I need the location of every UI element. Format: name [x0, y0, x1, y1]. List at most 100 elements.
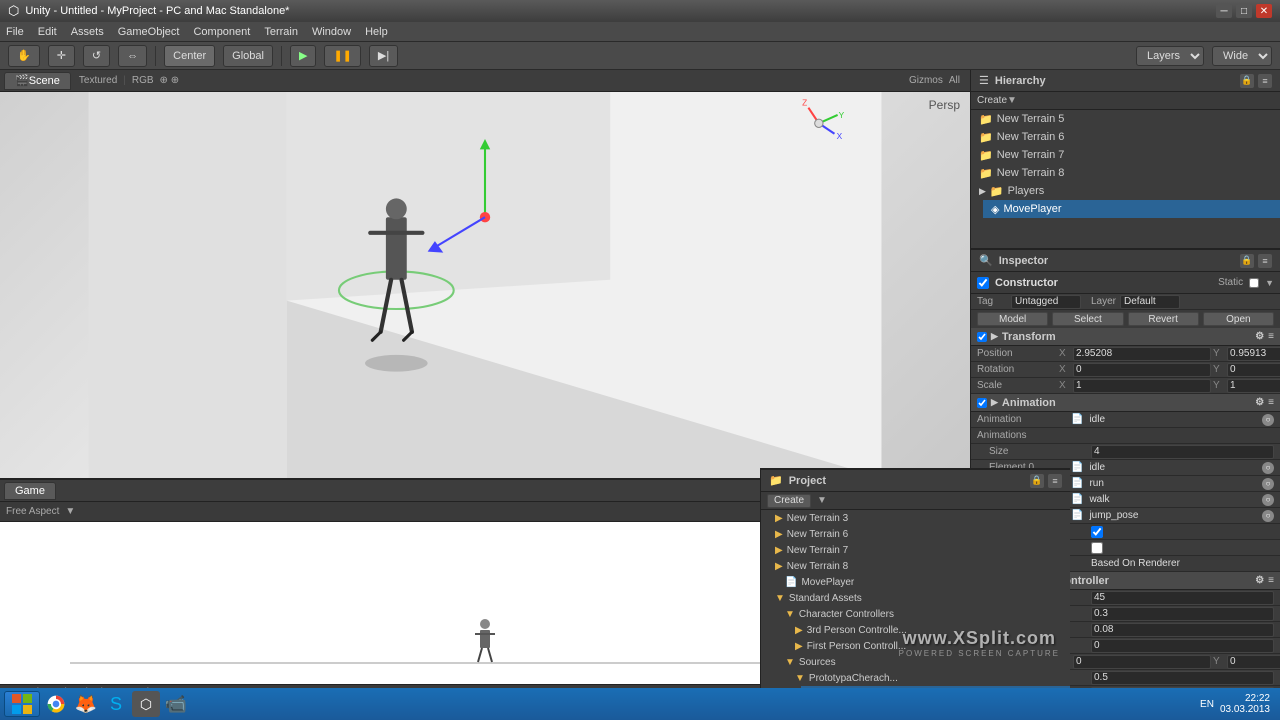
element0-pick-btn[interactable]: ○	[1262, 462, 1274, 474]
hierarchy-item-terrain5[interactable]: 📁 New Terrain 5	[971, 110, 1280, 128]
hierarchy-item-moveplayer[interactable]: ◈ MovePlayer	[983, 200, 1280, 218]
animation-gear-icon[interactable]: ⚙	[1255, 397, 1264, 408]
element2-pick-btn[interactable]: ○	[1262, 494, 1274, 506]
hierarchy-item-terrain7[interactable]: 📁 New Terrain 7	[971, 146, 1280, 164]
rot-y-input[interactable]	[1227, 363, 1280, 377]
menu-file[interactable]: File	[6, 26, 24, 38]
static-checkbox[interactable]	[1249, 278, 1259, 288]
model-button[interactable]: Model	[977, 312, 1048, 326]
step-offset-input[interactable]	[1091, 607, 1274, 621]
taskbar-skype-icon[interactable]: S	[102, 691, 130, 717]
menu-window[interactable]: Window	[312, 26, 351, 38]
play-button[interactable]: ▶	[290, 45, 316, 67]
project-lock-btn[interactable]: 🔒	[1030, 474, 1044, 488]
menu-help[interactable]: Help	[365, 26, 388, 38]
animation-field-value: idle	[1089, 414, 1258, 425]
hierarchy-create-label[interactable]: Create	[977, 95, 1007, 106]
transform-enable[interactable]	[977, 332, 987, 342]
tag-input[interactable]	[1011, 295, 1081, 309]
inspector-menu-btn[interactable]: ≡	[1258, 254, 1272, 268]
rot-x-input[interactable]	[1073, 363, 1211, 377]
hand-tool[interactable]: ✋	[8, 45, 40, 67]
transform-gear-icon[interactable]: ⚙	[1255, 331, 1264, 342]
slope-limit-input[interactable]	[1091, 591, 1274, 605]
project-create-button[interactable]: Create	[767, 494, 811, 508]
animation-enable[interactable]	[977, 398, 987, 408]
char-ctrl-menu-icon[interactable]: ≡	[1268, 575, 1274, 586]
gizmos-label[interactable]: Gizmos	[909, 75, 943, 86]
center-x-input[interactable]	[1073, 655, 1211, 669]
animation-pick-btn[interactable]: ○	[1262, 414, 1274, 426]
menu-gameobject[interactable]: GameObject	[118, 26, 180, 38]
menu-terrain[interactable]: Terrain	[264, 26, 298, 38]
radius-input[interactable]	[1091, 671, 1274, 685]
animation-menu-icon[interactable]: ≡	[1268, 397, 1274, 408]
proj-item-terrain7[interactable]: ▶ New Terrain 7	[771, 542, 1070, 558]
hierarchy-item-terrain8[interactable]: 📁 New Terrain 8	[971, 164, 1280, 182]
global-button[interactable]: Global	[223, 45, 273, 67]
step-button[interactable]: ▶|	[369, 45, 398, 67]
windows-logo	[10, 692, 34, 716]
scale-y-input[interactable]	[1227, 379, 1280, 393]
menu-edit[interactable]: Edit	[38, 26, 57, 38]
close-button[interactable]: ✕	[1256, 4, 1272, 18]
pos-x-input[interactable]	[1073, 347, 1211, 361]
object-active-checkbox[interactable]	[977, 277, 989, 289]
char-ctrl-gear-icon[interactable]: ⚙	[1255, 575, 1264, 586]
menu-component[interactable]: Component	[193, 26, 250, 38]
select-button[interactable]: Select	[1052, 312, 1123, 326]
proj-item-standard-assets[interactable]: ▼ Standard Assets	[771, 590, 1070, 606]
inspector-header: 🔍 Inspector 🔒 ≡	[971, 250, 1280, 272]
proj-item-char-controllers[interactable]: ▼ Character Controllers	[781, 606, 1070, 622]
size-input[interactable]	[1091, 445, 1274, 459]
play-auto-checkbox[interactable]	[1091, 526, 1103, 538]
proj-item-terrain6[interactable]: ▶ New Terrain 6	[771, 526, 1070, 542]
taskbar-chrome-icon[interactable]	[42, 691, 70, 717]
hierarchy-header: ☰ Hierarchy 🔒 ≡	[971, 70, 1280, 92]
hierarchy-item-terrain6[interactable]: 📁 New Terrain 6	[971, 128, 1280, 146]
minimize-button[interactable]: ─	[1216, 4, 1232, 18]
transform-menu-icon[interactable]: ≡	[1268, 331, 1274, 342]
transform-section-header[interactable]: ▶ Transform ⚙ ≡	[971, 328, 1280, 346]
layout-dropdown[interactable]: Wide	[1212, 46, 1272, 66]
layers-dropdown[interactable]: Layers	[1136, 46, 1204, 66]
proj-item-terrain3[interactable]: ▶ New Terrain 3	[771, 510, 1070, 526]
proj-item-moveplayer[interactable]: 📄 MovePlayer	[781, 574, 1070, 590]
hierarchy-menu-btn[interactable]: ≡	[1258, 74, 1272, 88]
taskbar-xsplit-icon[interactable]: 📹	[162, 691, 190, 717]
revert-button[interactable]: Revert	[1128, 312, 1199, 326]
center-y-input[interactable]	[1227, 655, 1280, 669]
move-tool[interactable]: ✛	[48, 45, 75, 67]
pos-y-input[interactable]	[1227, 347, 1280, 361]
skin-width-input[interactable]	[1091, 623, 1274, 637]
hierarchy-item-players[interactable]: ▶ 📁 Players	[971, 182, 1280, 200]
scene-viewport[interactable]: Y Z X Persp	[0, 92, 970, 478]
rotate-tool[interactable]: ↺	[83, 45, 110, 67]
model-row: Model Select Revert Open	[971, 310, 1280, 328]
min-move-input[interactable]	[1091, 639, 1274, 653]
scene-tab[interactable]: 🎬 Scene	[4, 72, 71, 90]
proj-item-terrain8[interactable]: ▶ New Terrain 8	[771, 558, 1070, 574]
pause-button[interactable]: ❚❚	[324, 45, 360, 67]
maximize-button[interactable]: □	[1236, 4, 1252, 18]
inspector-lock-btn[interactable]: 🔒	[1240, 254, 1254, 268]
layer-input[interactable]	[1120, 295, 1180, 309]
proj-item-prototype[interactable]: ▼ PrototypaCherach...	[791, 670, 1070, 686]
title-left: ⬡ Unity - Untitled - MyProject - PC and …	[8, 3, 289, 19]
menu-assets[interactable]: Assets	[71, 26, 104, 38]
hierarchy-lock-btn[interactable]: 🔒	[1240, 74, 1254, 88]
project-menu-btn[interactable]: ≡	[1048, 474, 1062, 488]
scale-coords: X Y Z	[1059, 379, 1280, 393]
center-button[interactable]: Center	[164, 45, 215, 67]
taskbar-firefox-icon[interactable]: 🦊	[72, 691, 100, 717]
open-button[interactable]: Open	[1203, 312, 1274, 326]
scale-x-input[interactable]	[1073, 379, 1211, 393]
taskbar-unity-icon[interactable]: ⬡	[132, 691, 160, 717]
scale-tool[interactable]: ⇔	[118, 45, 147, 67]
animate-physics-checkbox[interactable]	[1091, 542, 1103, 554]
animation-section-header[interactable]: ▶ Animation ⚙ ≡	[971, 394, 1280, 412]
element3-pick-btn[interactable]: ○	[1262, 510, 1274, 522]
element1-pick-btn[interactable]: ○	[1262, 478, 1274, 490]
start-button[interactable]	[4, 691, 40, 717]
game-tab[interactable]: Game	[4, 482, 56, 500]
